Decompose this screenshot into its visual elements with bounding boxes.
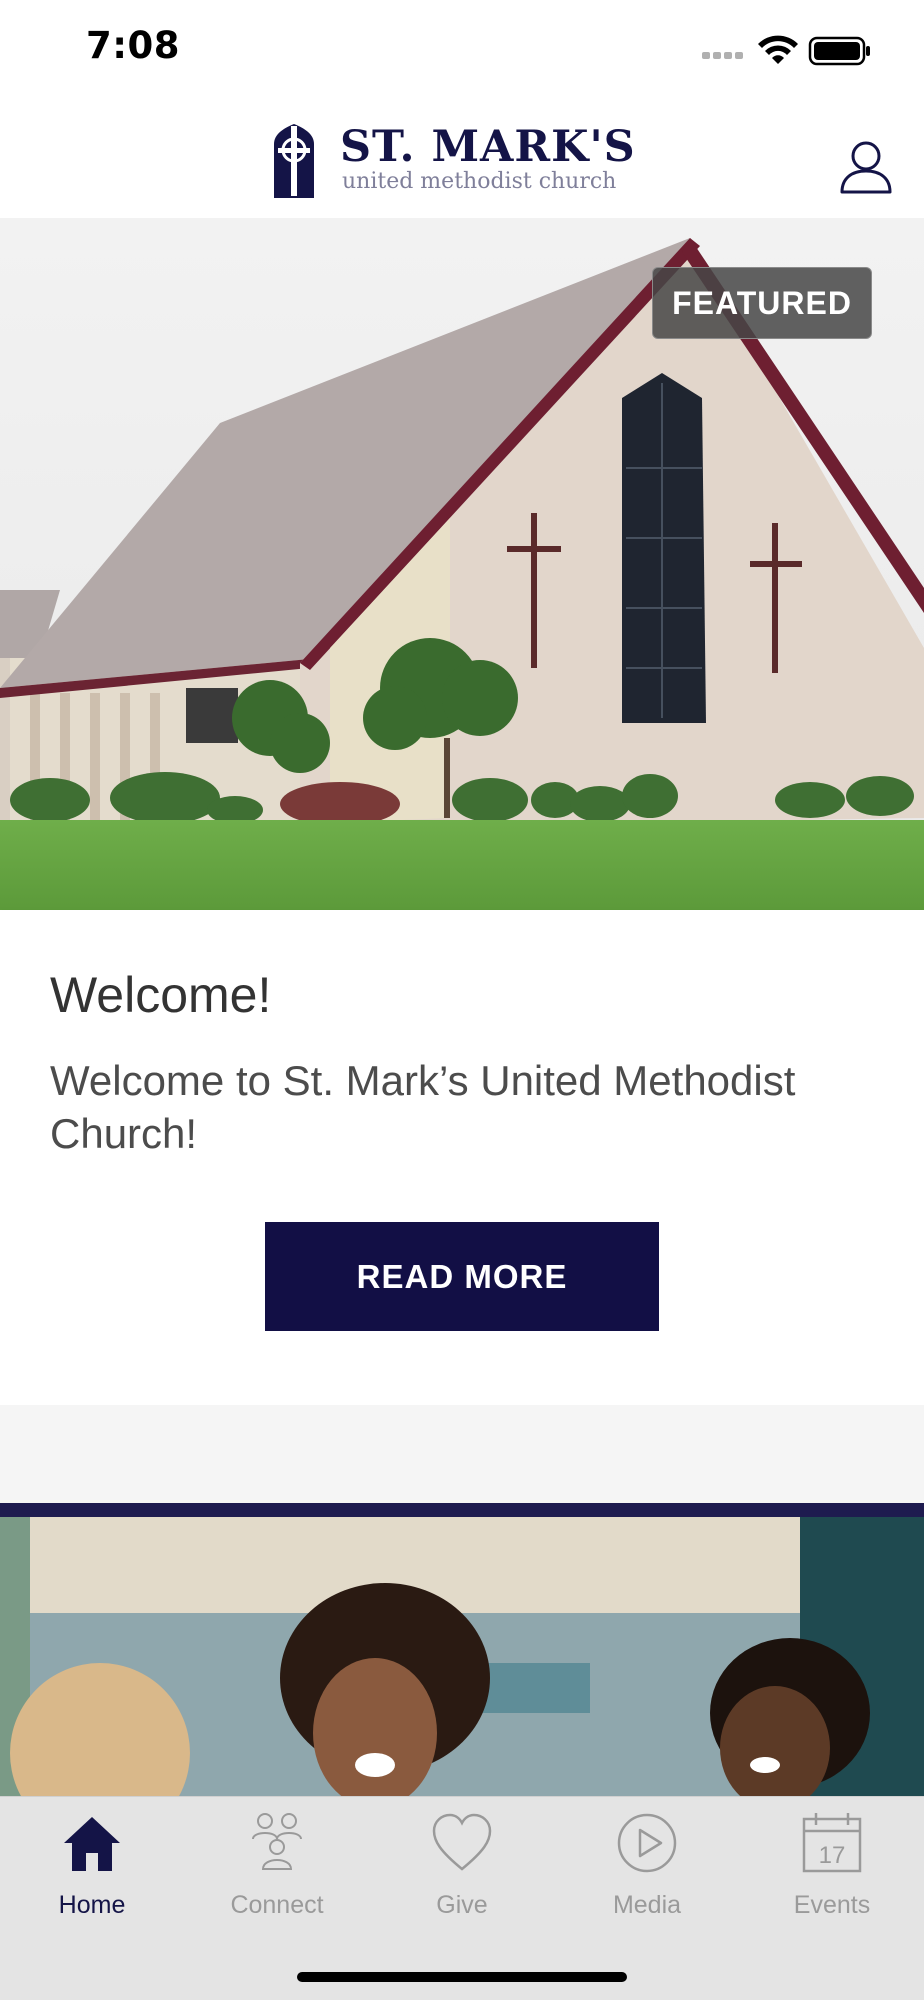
tab-media[interactable]: Media [555,1811,739,1921]
logo-subtitle: united methodist church [342,169,617,194]
tab-label: Give [436,1891,488,1919]
church-logo[interactable]: ST. MARK'S united methodist church [270,120,650,204]
heart-icon [432,1813,492,1871]
status-time: 7:08 [86,24,181,67]
people-icon [252,1813,302,1870]
card-top-bar [0,1503,924,1517]
tab-bar: Home Connect Give Media 17 Events [0,1796,924,2000]
tab-label: Events [793,1891,871,1919]
section-divider [0,1405,924,1503]
status-icons [696,30,876,70]
read-more-button[interactable]: READ MORE [265,1222,659,1331]
calendar-day: 17 [819,1842,846,1869]
second-card-image[interactable] [0,1503,924,1796]
tab-label: Media [612,1891,682,1919]
wifi-icon [758,35,798,64]
app-header: ST. MARK'S united methodist church [0,100,924,218]
user-icon[interactable] [838,138,894,194]
featured-card: Welcome! Welcome to St. Mark’s United Me… [0,910,924,1405]
card-title: Welcome! [50,967,272,1023]
home-icon [64,1817,120,1871]
signal-dots-icon [702,52,743,59]
play-circle-icon [617,1813,677,1873]
cross-shield-icon [274,124,314,198]
tab-give[interactable]: Give [370,1811,554,1921]
tab-label: Home [58,1891,126,1919]
home-indicator [297,1972,627,1982]
tab-events[interactable]: 17 Events [740,1811,924,1921]
card-description: Welcome to St. Mark’s United Methodist C… [50,1057,796,1157]
tab-home[interactable]: Home [0,1811,184,1921]
calendar-icon: 17 [802,1813,862,1873]
logo-title: ST. MARK'S [340,122,636,172]
battery-icon [808,36,870,66]
featured-badge: FEATURED [652,267,872,339]
tab-connect[interactable]: Connect [185,1811,369,1921]
people-smiling-photo [0,1503,924,1796]
status-bar: 7:08 [0,0,924,100]
tab-label: Connect [230,1891,324,1919]
